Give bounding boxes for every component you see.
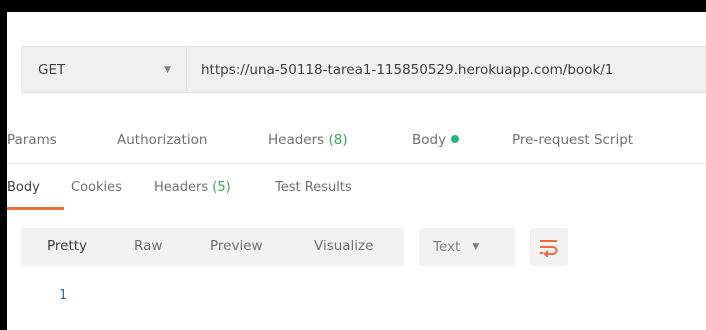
tab-headers[interactable]: Headers (8) [268, 132, 348, 148]
tab-pre-request-script[interactable]: Pre-request Script [512, 132, 633, 148]
request-tabs: Params Authorization Headers (8) Body Pr… [7, 120, 706, 164]
format-label: Text [433, 239, 461, 255]
visualize-button[interactable]: Visualize [314, 238, 373, 254]
response-tab-headers-label: Headers [154, 180, 209, 195]
active-tab-underline [7, 207, 64, 210]
chevron-down-icon: ▼ [472, 242, 480, 252]
tab-authorization[interactable]: Authorization [117, 132, 207, 148]
wrap-lines-button[interactable] [530, 228, 568, 266]
pretty-button[interactable]: Pretty [47, 238, 87, 254]
tab-headers-label: Headers [268, 132, 325, 148]
response-tab-test-results[interactable]: Test Results [275, 180, 352, 195]
format-select[interactable]: Text ▼ [419, 228, 515, 266]
wrap-lines-icon [540, 240, 558, 257]
view-mode-group: Pretty Raw Preview Visualize [21, 228, 404, 266]
preview-button[interactable]: Preview [210, 238, 263, 254]
dot-icon [451, 135, 460, 143]
response-tab-headers[interactable]: Headers (5) [154, 180, 231, 195]
tab-body[interactable]: Body [412, 132, 460, 148]
url-input[interactable]: https://una-50118-tarea1-115850529.herok… [187, 47, 706, 92]
headers-count: (8) [328, 132, 348, 148]
chevron-down-icon: ▼ [164, 64, 171, 75]
response-tab-body[interactable]: Body [7, 180, 40, 195]
line-number: 1 [59, 288, 67, 303]
method-label: GET [38, 61, 66, 78]
method-select[interactable]: GET ▼ [22, 47, 187, 92]
tab-params[interactable]: Params [7, 132, 57, 148]
response-tab-cookies[interactable]: Cookies [71, 180, 122, 195]
response-headers-count: (5) [212, 180, 231, 195]
response-tabs: Body Cookies Headers (5) Test Results [7, 172, 706, 212]
postman-panel: GET ▼ https://una-50118-tarea1-115850529… [7, 12, 706, 330]
raw-button[interactable]: Raw [134, 238, 162, 254]
tab-body-label: Body [412, 132, 447, 148]
request-bar: GET ▼ https://una-50118-tarea1-115850529… [21, 46, 706, 93]
